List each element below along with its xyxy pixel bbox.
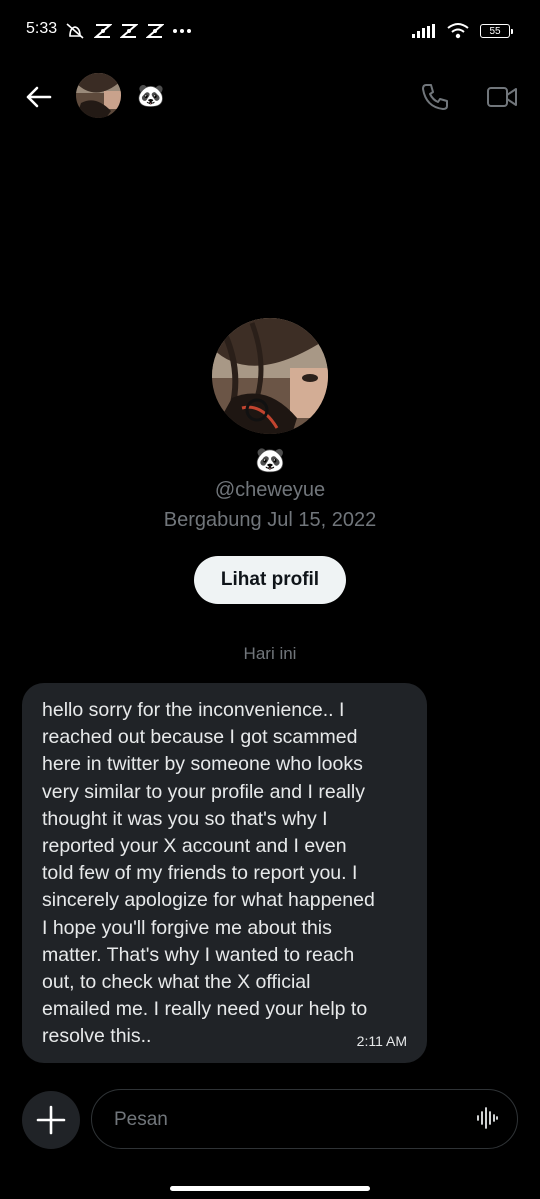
home-indicator[interactable]: [170, 1186, 370, 1191]
message-input[interactable]: [112, 1090, 456, 1149]
status-system-icons: 55: [412, 22, 513, 40]
more-icon: [173, 29, 191, 33]
waveform-icon: [477, 1107, 498, 1129]
status-notification-icons: [64, 22, 192, 40]
view-profile-button[interactable]: Lihat profil: [194, 556, 346, 604]
app-notification-icon: [120, 24, 138, 38]
back-button[interactable]: [24, 82, 54, 112]
profile-display-name: 🐼: [255, 447, 285, 474]
app-notification-icon: [146, 24, 164, 38]
phone-icon: [422, 84, 448, 110]
message-timestamp: 2:11 AM: [356, 1033, 407, 1049]
message-bubble[interactable]: hello sorry for the inconvenience.. I re…: [22, 683, 427, 1063]
profile-avatar[interactable]: [212, 318, 328, 434]
profile-handle: @cheweyue: [214, 479, 326, 501]
wifi-icon: [447, 23, 469, 39]
app-notification-icon: [94, 24, 112, 38]
add-attachment-button[interactable]: [22, 1091, 80, 1149]
profile-joined-date: Bergabung Jul 15, 2022: [163, 509, 377, 531]
voice-message-button[interactable]: [475, 1106, 499, 1130]
day-separator: Hari ini: [243, 644, 297, 663]
video-call-button[interactable]: [486, 84, 518, 110]
plus-icon: [36, 1105, 66, 1135]
alarm-off-icon: [66, 23, 84, 39]
call-button[interactable]: [420, 82, 450, 112]
message-text: hello sorry for the inconvenience.. I re…: [42, 699, 375, 1048]
battery-icon: 55: [480, 24, 513, 38]
video-camera-icon: [487, 87, 517, 107]
message-input-container[interactable]: [91, 1089, 518, 1149]
header-display-name[interactable]: 🐼: [137, 83, 164, 109]
signal-icon: [412, 24, 435, 38]
header-avatar[interactable]: [76, 73, 121, 118]
arrow-left-icon: [26, 86, 52, 108]
status-time: 5:33: [26, 20, 58, 37]
